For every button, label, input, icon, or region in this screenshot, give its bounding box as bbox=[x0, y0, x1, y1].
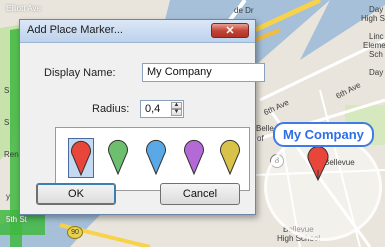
add-place-marker-dialog: Add Place Marker... ✕ Display Name: My C… bbox=[19, 19, 265, 215]
pin-color-palette bbox=[55, 127, 250, 191]
radius-decrement-button[interactable]: ▼ bbox=[171, 109, 182, 116]
radius-label: Radius: bbox=[92, 103, 130, 115]
marker-callout[interactable]: My Company bbox=[273, 122, 374, 147]
route-90-shield: 90 bbox=[67, 226, 83, 239]
map-label-of: of bbox=[257, 134, 264, 143]
dialog-title: Add Place Marker... bbox=[27, 24, 123, 36]
dialog-titlebar[interactable]: Add Place Marker... ✕ bbox=[20, 20, 255, 43]
pin-option-purple[interactable] bbox=[182, 138, 208, 178]
radius-stepper[interactable]: 0,4 ▲ ▼ bbox=[140, 100, 184, 118]
map-label-y: y bbox=[6, 192, 10, 201]
radius-increment-button[interactable]: ▲ bbox=[171, 102, 182, 109]
map-label-elements: Element bbox=[363, 41, 385, 50]
pin-option-blue[interactable] bbox=[144, 138, 170, 178]
map-label-elliott-ave: Elliott Ave bbox=[6, 4, 41, 13]
close-button[interactable]: ✕ bbox=[211, 23, 249, 38]
pin-option-red[interactable] bbox=[68, 138, 94, 178]
map-label-s: S bbox=[4, 86, 10, 95]
radius-value: 0,4 bbox=[145, 103, 161, 115]
map-label-s-2: S bbox=[4, 118, 10, 127]
map-label-high-school: High Sch bbox=[361, 14, 385, 23]
map-marker-pin[interactable] bbox=[305, 145, 331, 186]
cancel-button[interactable]: Cancel bbox=[160, 183, 240, 205]
map-label-day-2: Day bbox=[369, 68, 384, 77]
map-label-ren: Ren bbox=[4, 150, 19, 159]
map-label-day: Day bbox=[369, 5, 384, 14]
map-label-sch: Sch bbox=[369, 50, 383, 59]
ok-button[interactable]: OK bbox=[36, 183, 116, 205]
map-label-5th-st: 5th St bbox=[6, 215, 27, 224]
map-label-linc: Linc bbox=[369, 32, 384, 41]
map-label-de-dr: de Dr bbox=[234, 6, 254, 15]
display-name-input[interactable]: My Company bbox=[142, 63, 265, 82]
pin-option-yellow[interactable] bbox=[218, 138, 244, 178]
display-name-label: Display Name: bbox=[44, 67, 116, 79]
map-label-belle: Belle bbox=[256, 124, 274, 133]
pin-option-green[interactable] bbox=[106, 138, 132, 178]
